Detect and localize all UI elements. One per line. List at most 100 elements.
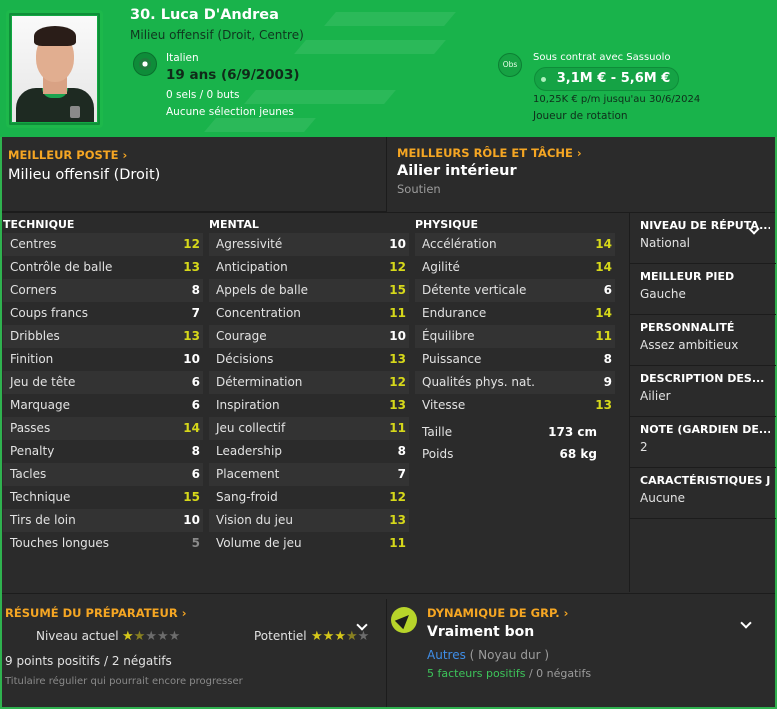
attribute-row[interactable]: Concentration 11 — [209, 302, 409, 325]
info-label: NOTE (GARDIEN DE... — [640, 423, 770, 436]
attribute-name: Détermination — [216, 375, 303, 389]
attribute-row[interactable]: Décisions 13 — [209, 348, 409, 371]
attribute-value: 6 — [191, 375, 200, 389]
attribute-value: 9 — [603, 375, 612, 389]
attribute-value: 15 — [183, 490, 200, 504]
info-label: MEILLEUR PIED — [640, 270, 735, 283]
coach-report-link[interactable]: RÉSUMÉ DU PRÉPARATEUR › — [5, 606, 186, 620]
social-group-desc: ( Noyau dur ) — [469, 648, 549, 662]
attribute-row[interactable]: Placement 7 — [209, 463, 409, 486]
attribute-value: 13 — [183, 260, 200, 274]
attribute-value: 13 — [595, 398, 612, 412]
star-icon: ★ — [133, 629, 146, 644]
attribute-row[interactable]: Coups francs 7 — [3, 302, 203, 325]
attribute-row[interactable]: Touches longues 5 — [3, 532, 203, 555]
attribute-row[interactable]: Dribbles 13 — [3, 325, 203, 348]
attribute-value: 15 — [389, 283, 406, 297]
attribute-row[interactable]: Volume de jeu 11 — [209, 532, 409, 555]
attribute-row[interactable]: Penalty 8 — [3, 440, 203, 463]
attribute-row[interactable]: Passes 14 — [3, 417, 203, 440]
attribute-row[interactable]: Appels de balle 15 — [209, 279, 409, 302]
attribute-name: Détente verticale — [422, 283, 527, 297]
physique-heading: PHYSIQUE — [415, 218, 479, 231]
dynamics-link[interactable]: DYNAMIQUE DE GRP. › — [427, 606, 568, 620]
measurement-name: Poids — [422, 447, 454, 461]
attribute-row[interactable]: Finition 10 — [3, 348, 203, 371]
info-block[interactable]: PERSONNALITÉ Assez ambitieux — [630, 315, 776, 366]
attribute-row[interactable]: Qualités phys. nat. 9 — [415, 371, 615, 394]
attribute-name: Puissance — [422, 352, 482, 366]
attribute-row[interactable]: Détermination 12 — [209, 371, 409, 394]
attribute-name: Courage — [216, 329, 267, 343]
attribute-value: 11 — [389, 536, 406, 550]
attribute-row[interactable]: Agressivité 10 — [209, 233, 409, 256]
attribute-name: Centres — [10, 237, 57, 251]
info-block[interactable]: CARACTÉRISTIQUES J Aucune — [630, 468, 776, 519]
chevron-down-icon[interactable] — [740, 617, 752, 629]
best-position-value: Milieu offensif (Droit) — [8, 167, 161, 183]
best-position-link[interactable]: MEILLEUR POSTE › — [8, 148, 127, 162]
attribute-row[interactable]: Tirs de loin 10 — [3, 509, 203, 532]
attribute-row[interactable]: Endurance 14 — [415, 302, 615, 325]
info-block[interactable]: MEILLEUR PIED Gauche — [630, 264, 776, 315]
attribute-row[interactable]: Anticipation 12 — [209, 256, 409, 279]
dynamics-arrow-icon — [391, 607, 417, 633]
player-photo[interactable] — [6, 10, 103, 128]
attribute-value: 13 — [389, 513, 406, 527]
attribute-value: 14 — [183, 421, 200, 435]
measurement-row: Poids 68 kg — [415, 443, 615, 465]
attribute-name: Touches longues — [10, 536, 110, 550]
attribute-value: 11 — [595, 329, 612, 343]
attribute-value: 14 — [595, 260, 612, 274]
attribute-row[interactable]: Agilité 14 — [415, 256, 615, 279]
transfer-value-badge[interactable]: 3,1M € - 5,6M € — [534, 67, 679, 91]
info-block[interactable]: DESCRIPTION DES... Ailier — [630, 366, 776, 417]
attribute-row[interactable]: Inspiration 13 — [209, 394, 409, 417]
attribute-value: 7 — [191, 306, 200, 320]
info-value: Ailier — [640, 389, 671, 403]
attribute-value: 14 — [595, 306, 612, 320]
attribute-row[interactable]: Équilibre 11 — [415, 325, 615, 348]
attribute-row[interactable]: Marquage 6 — [3, 394, 203, 417]
measurement-name: Taille — [422, 425, 453, 439]
best-role-link[interactable]: MEILLEURS RÔLE ET TÂCHE › — [397, 146, 582, 160]
attribute-value: 6 — [191, 467, 200, 481]
attribute-row[interactable]: Jeu de tête 6 — [3, 371, 203, 394]
info-value: National — [640, 236, 691, 250]
info-block[interactable]: NOTE (GARDIEN DE... 2 — [630, 417, 776, 468]
attribute-row[interactable]: Corners 8 — [3, 279, 203, 302]
coach-points: 9 points positifs / 2 négatifs — [5, 654, 172, 668]
attribute-row[interactable]: Courage 10 — [209, 325, 409, 348]
current-ability-stars: ★★★★★ — [122, 629, 180, 644]
attribute-row[interactable]: Puissance 8 — [415, 348, 615, 371]
attribute-row[interactable]: Détente verticale 6 — [415, 279, 615, 302]
contract-club: Sous contrat avec Sassuolo — [533, 52, 671, 63]
attribute-row[interactable]: Jeu collectif 11 — [209, 417, 409, 440]
positive-factors: 5 facteurs positifs — [427, 667, 526, 680]
attribute-row[interactable]: Tacles 6 — [3, 463, 203, 486]
attribute-value: 11 — [389, 421, 406, 435]
social-group-link[interactable]: Autres — [427, 648, 466, 662]
attribute-row[interactable]: Centres 12 — [3, 233, 203, 256]
info-value: Assez ambitieux — [640, 338, 739, 352]
attribute-row[interactable]: Leadership 8 — [209, 440, 409, 463]
star-icon: ★ — [156, 629, 169, 644]
info-block[interactable]: NIVEAU DE RÉPUTA... National — [630, 213, 776, 264]
star-icon: ★ — [322, 629, 335, 644]
attribute-value: 7 — [397, 467, 406, 481]
attribute-name: Vitesse — [422, 398, 466, 412]
attribute-row[interactable]: Technique 15 — [3, 486, 203, 509]
attribute-row[interactable]: Contrôle de balle 13 — [3, 256, 203, 279]
attribute-name: Vision du jeu — [216, 513, 293, 527]
attribute-row[interactable]: Sang-froid 12 — [209, 486, 409, 509]
nation-flag-icon[interactable] — [133, 52, 157, 76]
player-age: 19 ans (6/9/2003) — [166, 67, 300, 83]
attribute-value: 6 — [191, 398, 200, 412]
attribute-value: 12 — [389, 260, 406, 274]
attribute-row[interactable]: Vitesse 13 — [415, 394, 615, 417]
attribute-row[interactable]: Accélération 14 — [415, 233, 615, 256]
obs-icon[interactable]: Obs — [498, 53, 522, 77]
attribute-name: Jeu collectif — [216, 421, 286, 435]
attribute-name: Leadership — [216, 444, 282, 458]
attribute-row[interactable]: Vision du jeu 13 — [209, 509, 409, 532]
